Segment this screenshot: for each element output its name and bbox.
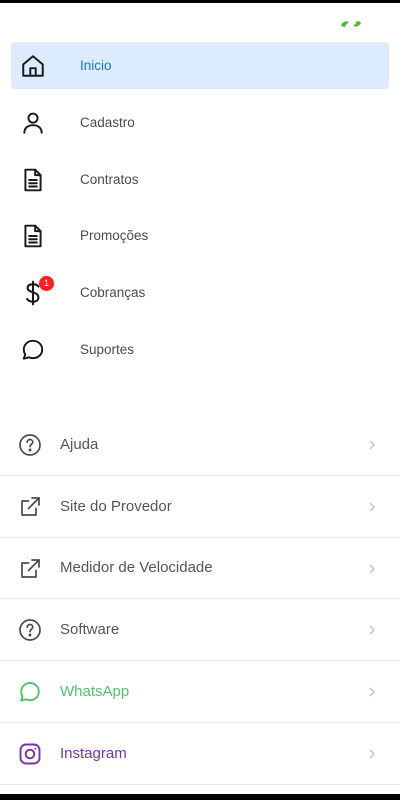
external-link-icon <box>21 558 40 578</box>
main-nav: Inicio Cadastro Contratos Promoções 1 Co… <box>0 42 400 383</box>
nav-item-cadastro[interactable]: Cadastro <box>11 99 389 146</box>
nav-item-suportes[interactable]: Suportes <box>11 326 389 373</box>
home-icon <box>22 55 44 77</box>
top-bar <box>0 3 400 41</box>
link-software[interactable]: Software <box>0 599 400 662</box>
link-site-do-provedor[interactable]: Site do Provedor <box>0 476 400 538</box>
link-label: Instagram <box>60 744 127 762</box>
brand-logo <box>341 21 361 27</box>
chevron-right-icon <box>369 440 376 450</box>
document-icon <box>24 225 42 248</box>
nav-item-inicio[interactable]: Inicio <box>11 42 389 89</box>
nav-label: Suportes <box>80 341 135 357</box>
link-label: Ajuda <box>60 435 99 453</box>
chevron-right-icon <box>369 687 376 697</box>
link-whatsapp[interactable]: WhatsApp <box>0 661 400 723</box>
chevron-right-icon <box>369 749 376 759</box>
nav-label: Contratos <box>80 171 139 187</box>
chevron-right-icon <box>369 564 376 574</box>
external-links-list: Ajuda Site do Provedor Medidor de Veloci… <box>0 414 400 785</box>
whatsapp-icon <box>20 682 40 702</box>
link-label: Software <box>60 621 120 639</box>
user-icon <box>23 112 43 134</box>
nav-item-contratos[interactable]: Contratos <box>11 156 389 203</box>
nav-label: Cobranças <box>80 285 146 301</box>
link-medidor-de-velocidade[interactable]: Medidor de Velocidade <box>0 538 400 600</box>
help-icon <box>19 619 41 642</box>
nav-label: Inicio <box>80 58 112 73</box>
nav-label: Promoções <box>80 228 149 244</box>
external-link-icon <box>21 496 40 516</box>
link-instagram[interactable]: Instagram <box>0 723 400 785</box>
link-label: Medidor de Velocidade <box>60 559 213 577</box>
chat-icon <box>22 339 44 360</box>
document-icon <box>24 168 42 191</box>
link-ajuda[interactable]: Ajuda <box>0 414 400 476</box>
nav-item-promocoes[interactable]: Promoções <box>11 212 389 259</box>
link-label: Site do Provedor <box>60 497 172 515</box>
instagram-icon <box>19 743 41 765</box>
nav-item-cobrancas[interactable]: 1 Cobranças <box>11 269 389 316</box>
navigation-drawer: Inicio Cadastro Contratos Promoções 1 Co… <box>0 0 400 800</box>
link-label: WhatsApp <box>60 683 130 701</box>
notification-badge: 1 <box>39 276 54 292</box>
help-icon <box>19 434 41 456</box>
chevron-right-icon <box>369 625 376 635</box>
chevron-right-icon <box>369 502 376 512</box>
nav-label: Cadastro <box>80 114 135 130</box>
